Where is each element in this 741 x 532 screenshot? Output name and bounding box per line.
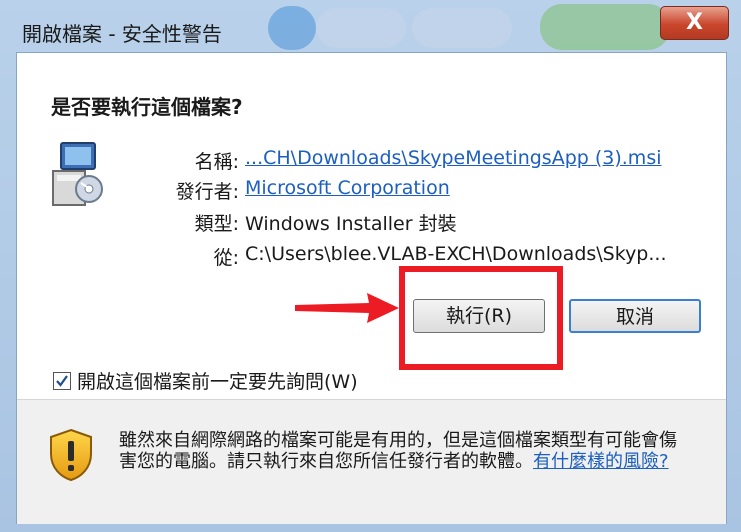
publisher-link[interactable]: Microsoft Corporation [245,177,450,199]
warning-footer: 雖然來自網際網路的檔案可能是有用的，但是這個檔案類型有可能會傷害您的電腦。請只執… [17,399,726,524]
field-label-publisher: 發行者: [175,181,239,203]
dialog-question: 是否要執行這個檔案? [51,95,243,119]
installer-package-icon [51,141,105,207]
ask-before-open-option[interactable]: 開啟這個檔案前一定要先詢問(W) [53,367,358,394]
background-blur [540,4,670,50]
background-blur [412,8,512,48]
field-label-type: 類型: [194,213,239,235]
highlight-box [399,266,563,370]
dialog-window: 開啟檔案 - 安全性警告 X 是否要執行這個檔案? 名稱: ...CH\Down… [0,0,741,532]
cancel-button[interactable]: 取消 [569,299,701,333]
window-title: 開啟檔案 - 安全性警告 [22,22,222,46]
file-path-value: C:\Users\blee.VLAB-EXCH\Downloads\Skyp..… [245,243,667,265]
ask-before-open-label[interactable]: 開啟這個檔案前一定要先詢問(W) [77,371,358,393]
close-button[interactable]: X [660,6,729,40]
warning-message: 雖然來自網際網路的檔案可能是有用的，但是這個檔案類型有可能會傷害您的電腦。請只執… [119,430,679,472]
background-blur [268,6,316,50]
red-arrow-icon [295,291,399,329]
background-blur [316,8,406,48]
dialog-body: 是否要執行這個檔案? 名稱: ...CH\Downloads\SkypeMeet… [16,52,727,524]
risk-info-link[interactable]: 有什麼樣的風險? [533,451,669,472]
file-type-value: Windows Installer 封裝 [245,213,457,235]
ask-before-open-checkbox[interactable] [53,372,71,390]
security-shield-icon [49,428,93,486]
field-label-from: 從: [213,247,239,269]
file-name-link[interactable]: ...CH\Downloads\SkypeMeetingsApp (3).msi [245,147,662,169]
checkmark-icon [56,375,68,387]
field-label-name: 名稱: [194,151,239,173]
title-bar[interactable]: 開啟檔案 - 安全性警告 X [0,0,741,52]
